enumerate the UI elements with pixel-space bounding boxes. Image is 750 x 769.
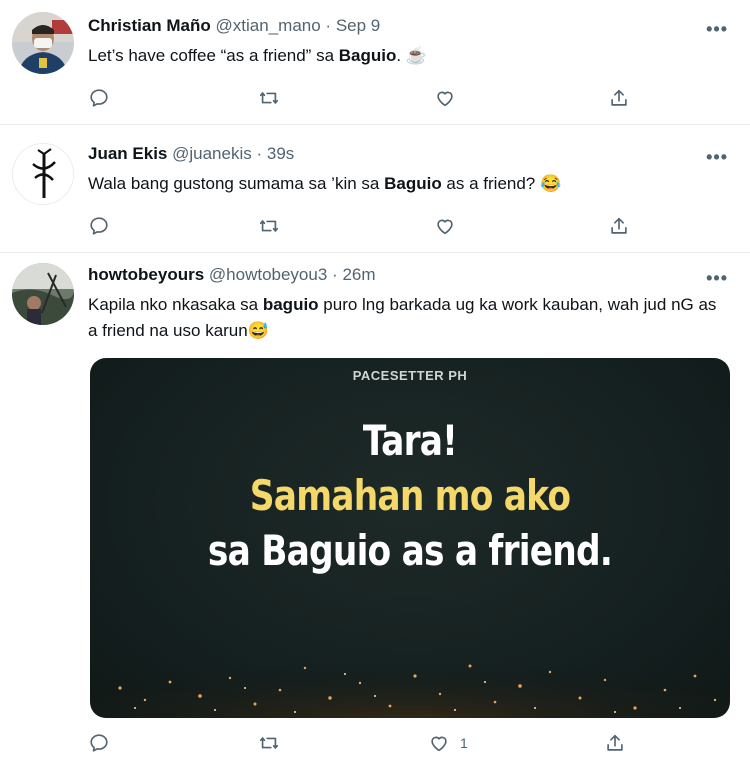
tweet-feed: Christian Maño @xtian_mano · Sep 9 ••• L…: [0, 0, 750, 769]
tweet[interactable]: Juan Ekis @juanekis · 39s ••• Wala bang …: [0, 125, 750, 253]
tweet-actions: 1: [88, 730, 648, 756]
tweet-text: Kapila nko nkasaka sa baguio puro lng ba…: [88, 292, 730, 344]
timestamp[interactable]: 39s: [267, 144, 294, 163]
reply-icon: [90, 217, 108, 235]
tweet[interactable]: howtobeyours @howtobeyou3 · 26m ••• Kapi…: [0, 253, 750, 769]
reply-button[interactable]: [88, 85, 110, 111]
like-icon: [431, 736, 447, 752]
reply-icon: [90, 734, 108, 752]
more-icon[interactable]: •••: [706, 269, 728, 287]
handle[interactable]: @xtian_mano: [216, 16, 321, 35]
avatar[interactable]: [12, 143, 74, 205]
tweet-text-part: . ☕: [396, 46, 427, 65]
like-icon: [437, 91, 453, 107]
display-name[interactable]: howtobeyours: [88, 265, 204, 284]
like-count: 1: [460, 735, 468, 751]
tweet-text-part: Let’s have coffee “as a friend” sa: [88, 46, 339, 65]
more-icon[interactable]: •••: [706, 20, 728, 38]
separator: ·: [325, 16, 332, 35]
display-name[interactable]: Christian Maño: [88, 16, 211, 35]
avatar[interactable]: [12, 263, 74, 325]
like-icon: [437, 219, 453, 235]
city-lights-graphic: [90, 638, 730, 718]
like-button[interactable]: 1: [428, 730, 468, 756]
handle[interactable]: @juanekis: [172, 144, 252, 163]
share-button[interactable]: [608, 85, 630, 111]
handle[interactable]: @howtobeyou3: [209, 265, 327, 284]
separator: ·: [256, 144, 263, 163]
retweet-button[interactable]: [258, 85, 280, 111]
tweet-header: Juan Ekis @juanekis · 39s: [88, 144, 294, 164]
like-button[interactable]: [434, 213, 466, 239]
tweet-text-part: Kapila nko nkasaka sa: [88, 295, 263, 314]
tweet[interactable]: Christian Maño @xtian_mano · Sep 9 ••• L…: [0, 0, 750, 125]
tweet-actions: [88, 213, 648, 239]
share-button[interactable]: [604, 730, 626, 756]
share-icon: [611, 217, 627, 234]
tweet-header: Christian Maño @xtian_mano · Sep 9: [88, 16, 380, 36]
reply-icon: [90, 89, 108, 107]
timestamp[interactable]: Sep 9: [336, 16, 380, 35]
tweet-header: howtobeyours @howtobeyou3 · 26m: [88, 265, 376, 285]
share-icon: [611, 89, 627, 106]
display-name[interactable]: Juan Ekis: [88, 144, 167, 163]
retweet-icon: [259, 220, 279, 232]
tweet-text-part: as a friend? 😂: [441, 174, 562, 193]
retweet-icon: [259, 92, 279, 104]
retweet-button[interactable]: [258, 213, 280, 239]
reply-button[interactable]: [88, 730, 110, 756]
media-brand-label: PACESETTER PH: [352, 368, 468, 383]
tweet-text-highlight: Baguio: [384, 174, 442, 193]
share-icon: [607, 734, 623, 751]
tweet-actions: [88, 85, 648, 111]
separator: ·: [332, 265, 338, 284]
media-headline-1: Tara!: [362, 416, 458, 465]
tweet-text: Let’s have coffee “as a friend” sa Bagui…: [88, 43, 730, 69]
timestamp[interactable]: 26m: [342, 265, 375, 284]
share-button[interactable]: [608, 213, 630, 239]
more-icon[interactable]: •••: [706, 148, 728, 166]
media-headline-3: sa Baguio as a friend.: [207, 526, 613, 575]
reply-button[interactable]: [88, 213, 110, 239]
tweet-text-highlight: baguio: [262, 295, 319, 314]
like-button[interactable]: [434, 85, 466, 111]
tweet-text-highlight: Baguio: [338, 46, 397, 65]
tweet-text: Wala bang gustong sumama sa ’kin sa Bagu…: [88, 171, 730, 197]
retweet-icon: [259, 737, 279, 749]
avatar[interactable]: [12, 12, 74, 74]
media-headline-2: Samahan mo ako: [249, 471, 571, 520]
tweet-media-image[interactable]: PACESETTER PH Tara! Samahan mo ako sa Ba…: [90, 358, 730, 718]
retweet-button[interactable]: [258, 730, 280, 756]
tweet-text-part: Wala bang gustong sumama sa ’kin sa: [88, 174, 385, 193]
